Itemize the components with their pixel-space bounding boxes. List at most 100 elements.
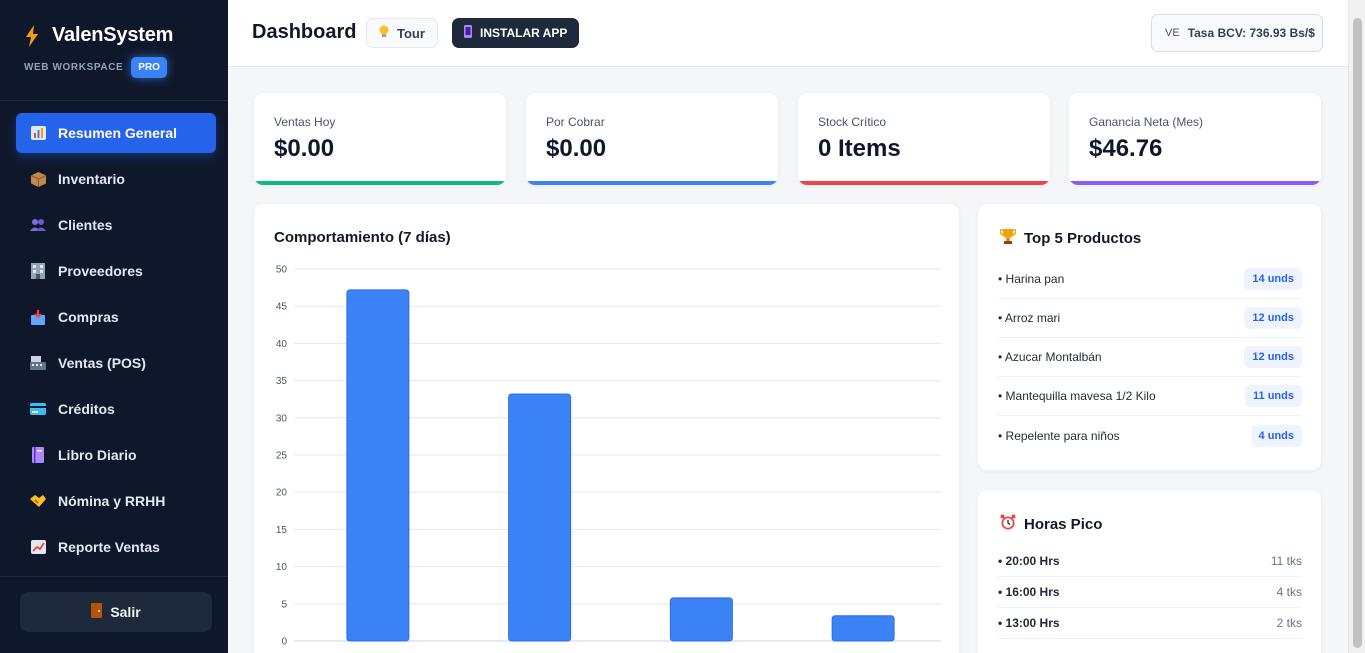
scrollbar-thumb[interactable]	[1353, 18, 1362, 648]
page-scrollbar[interactable]	[1348, 0, 1365, 653]
sidebar-item-creditos[interactable]: Créditos	[16, 389, 216, 429]
sidebar-item-label: Reporte Ventas	[58, 539, 160, 555]
logout-label: Salir	[110, 604, 141, 620]
stat-label: Ventas Hoy	[274, 115, 336, 129]
sidebar-item-label: Créditos	[58, 401, 115, 417]
install-app-button[interactable]: INSTALAR APP	[452, 18, 580, 48]
chart-bar[interactable]	[669, 597, 733, 642]
peak-hours-card: Horas Pico • 20:00 Hrs 11 tks • 16:00 Hr…	[977, 489, 1322, 653]
sidebar-item-libro-diario[interactable]: Libro Diario	[16, 435, 216, 475]
top-header: Dashboard Tour INSTALAR APP VE Tasa BCV:…	[228, 0, 1348, 67]
stat-card-ventas-hoy: Ventas Hoy $0.00	[253, 92, 507, 186]
units-badge: 12 unds	[1244, 307, 1302, 329]
sidebar-item-inventario[interactable]: Inventario	[16, 159, 216, 199]
stat-accent-bar	[254, 181, 506, 185]
peak-hours-title-text: Horas Pico	[1024, 515, 1103, 533]
chart-bar[interactable]	[346, 289, 410, 642]
top-products-title: Top 5 Productos	[999, 228, 1142, 248]
stat-accent-bar	[526, 181, 778, 185]
product-name: • Mantequilla mavesa 1/2 Kilo	[998, 389, 1156, 403]
product-name: • Arroz mari	[998, 311, 1061, 325]
notebook-icon	[30, 447, 46, 463]
logout-button[interactable]: Salir	[20, 592, 212, 632]
units-badge: 11 unds	[1245, 385, 1302, 407]
bar-chart: 0 5 10 15 20 25 30 35 40 45 50	[276, 265, 941, 648]
brand-name: ValenSystem	[52, 24, 174, 46]
y-tick-label: 50	[276, 265, 288, 276]
y-tick-label: 5	[281, 599, 287, 610]
units-badge: 14 unds	[1244, 268, 1302, 290]
product-name: • Repelente para niños	[998, 428, 1120, 443]
sidebar-item-clientes[interactable]: Clientes	[16, 205, 216, 245]
chart-bar[interactable]	[508, 393, 572, 642]
inbox-icon	[30, 309, 46, 325]
top-products-title-text: Top 5 Productos	[1024, 229, 1142, 247]
sidebar-nav: Resumen General Inventario Clientes Prov…	[0, 101, 228, 567]
units-badge: 12 unds	[1244, 346, 1302, 368]
bar-chart-icon	[30, 125, 46, 141]
y-tick-label: 45	[276, 302, 288, 313]
peak-hour: • 20:00 Hrs	[998, 554, 1060, 568]
stat-card-ganancia-neta: Ganancia Neta (Mes) $46.76	[1068, 92, 1322, 186]
product-name: • Harina pan	[998, 272, 1065, 286]
sidebar-item-proveedores[interactable]: Proveedores	[16, 251, 216, 291]
phone-icon	[464, 25, 472, 41]
stat-label: Por Cobrar	[546, 115, 605, 129]
stat-accent-bar	[798, 181, 1050, 185]
sidebar-item-nomina-rrhh[interactable]: Nómina y RRHH	[16, 481, 216, 521]
alarm-clock-icon	[1000, 514, 1016, 534]
pro-badge: PRO	[131, 57, 167, 78]
stat-value: $0.00	[546, 135, 607, 162]
peak-tickets: 4 tks	[1276, 585, 1302, 599]
lightning-icon	[24, 24, 42, 47]
sidebar-item-compras[interactable]: Compras	[16, 297, 216, 337]
brand: ValenSystem WEB WORKSPACE PRO	[0, 0, 228, 101]
sidebar-item-ventas-pos[interactable]: Ventas (POS)	[16, 343, 216, 383]
handshake-icon	[30, 493, 46, 509]
sidebar: ValenSystem WEB WORKSPACE PRO Resumen Ge…	[0, 0, 228, 653]
page-title: Dashboard	[252, 21, 357, 43]
tour-button[interactable]: Tour	[366, 18, 438, 48]
flag-label: VE	[1165, 27, 1180, 39]
peak-tickets: 2 tks	[1276, 616, 1302, 630]
sidebar-item-label: Nómina y RRHH	[58, 493, 166, 509]
list-item: • Azucar Montalbán 12 unds	[998, 338, 1302, 377]
trophy-icon	[999, 228, 1017, 248]
sidebar-item-label: Compras	[58, 309, 119, 325]
stat-value: $46.76	[1089, 135, 1163, 162]
sidebar-item-reporte-ventas[interactable]: Reporte Ventas	[16, 527, 216, 567]
sidebar-item-label: Proveedores	[58, 263, 143, 279]
sidebar-item-label: Ventas (POS)	[58, 355, 146, 371]
list-item: • Repelente para niños 4 unds	[998, 416, 1302, 455]
users-icon	[30, 217, 46, 233]
y-tick-label: 40	[276, 339, 288, 350]
sidebar-footer: Salir	[0, 576, 228, 653]
product-name: • Azucar Montalbán	[998, 350, 1102, 364]
sidebar-item-label: Inventario	[58, 171, 125, 187]
list-item: • Mantequilla mavesa 1/2 Kilo 11 unds	[998, 377, 1302, 416]
y-tick-label: 35	[276, 376, 288, 387]
top-products-list: • Harina pan 14 unds • Arroz mari 12 und…	[998, 260, 1302, 455]
y-tick-label: 15	[276, 525, 288, 536]
list-item: • 16:00 Hrs 4 tks	[998, 577, 1302, 608]
y-tick-label: 10	[276, 562, 288, 573]
peak-hours-title: Horas Pico	[1000, 514, 1102, 534]
stat-label: Ganancia Neta (Mes)	[1089, 115, 1204, 129]
peak-hour: • 16:00 Hrs	[998, 585, 1060, 599]
door-icon	[91, 603, 103, 621]
trend-icon	[30, 539, 46, 555]
package-icon	[30, 171, 46, 187]
bcv-rate-badge: VE Tasa BCV: 736.93 Bs/$	[1151, 14, 1323, 52]
workspace-label: WEB WORKSPACE	[24, 62, 124, 73]
stat-value: 0 Items	[818, 135, 901, 162]
chart-bar[interactable]	[831, 615, 895, 642]
peak-tickets: 11 tks	[1270, 554, 1302, 568]
tour-label: Tour	[397, 25, 425, 41]
sidebar-item-resumen-general[interactable]: Resumen General	[16, 113, 216, 153]
sidebar-item-label: Resumen General	[58, 125, 178, 141]
stat-card-stock-critico: Stock Crítico 0 Items	[797, 92, 1051, 186]
y-tick-label: 25	[276, 451, 288, 462]
install-label: INSTALAR APP	[480, 26, 568, 40]
peak-hour: • 13:00 Hrs	[998, 616, 1060, 630]
list-item: • Arroz mari 12 unds	[998, 299, 1302, 338]
